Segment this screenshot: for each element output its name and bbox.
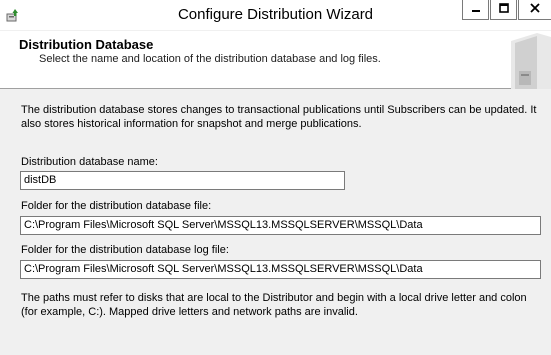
close-button[interactable] [518,0,551,20]
page-subtitle: Select the name and location of the dist… [39,53,381,65]
db-folder-label: Folder for the distribution database fil… [21,200,212,212]
minimize-button[interactable] [462,0,489,20]
log-folder-input[interactable]: C:\Program Files\Microsoft SQL Server\MS… [20,260,541,279]
path-note: The paths must refer to disks that are l… [21,292,527,318]
page-title: Distribution Database [19,37,154,52]
wizard-header: Distribution Database Select the name an… [0,31,551,89]
db-folder-input[interactable]: C:\Program Files\Microsoft SQL Server\MS… [20,216,541,235]
wizard-body: The distribution database stores changes… [0,90,551,355]
intro-text: The distribution database stores changes… [21,104,537,130]
db-name-input[interactable]: distDB [20,171,345,190]
server-icon [497,31,551,89]
minimize-icon [471,3,481,16]
db-name-label: Distribution database name: [21,156,158,168]
maximize-icon [498,3,509,16]
log-folder-label: Folder for the distribution database log… [21,244,229,256]
title-bar: Configure Distribution Wizard [0,0,551,30]
close-icon [530,3,540,16]
maximize-button[interactable] [490,0,517,20]
